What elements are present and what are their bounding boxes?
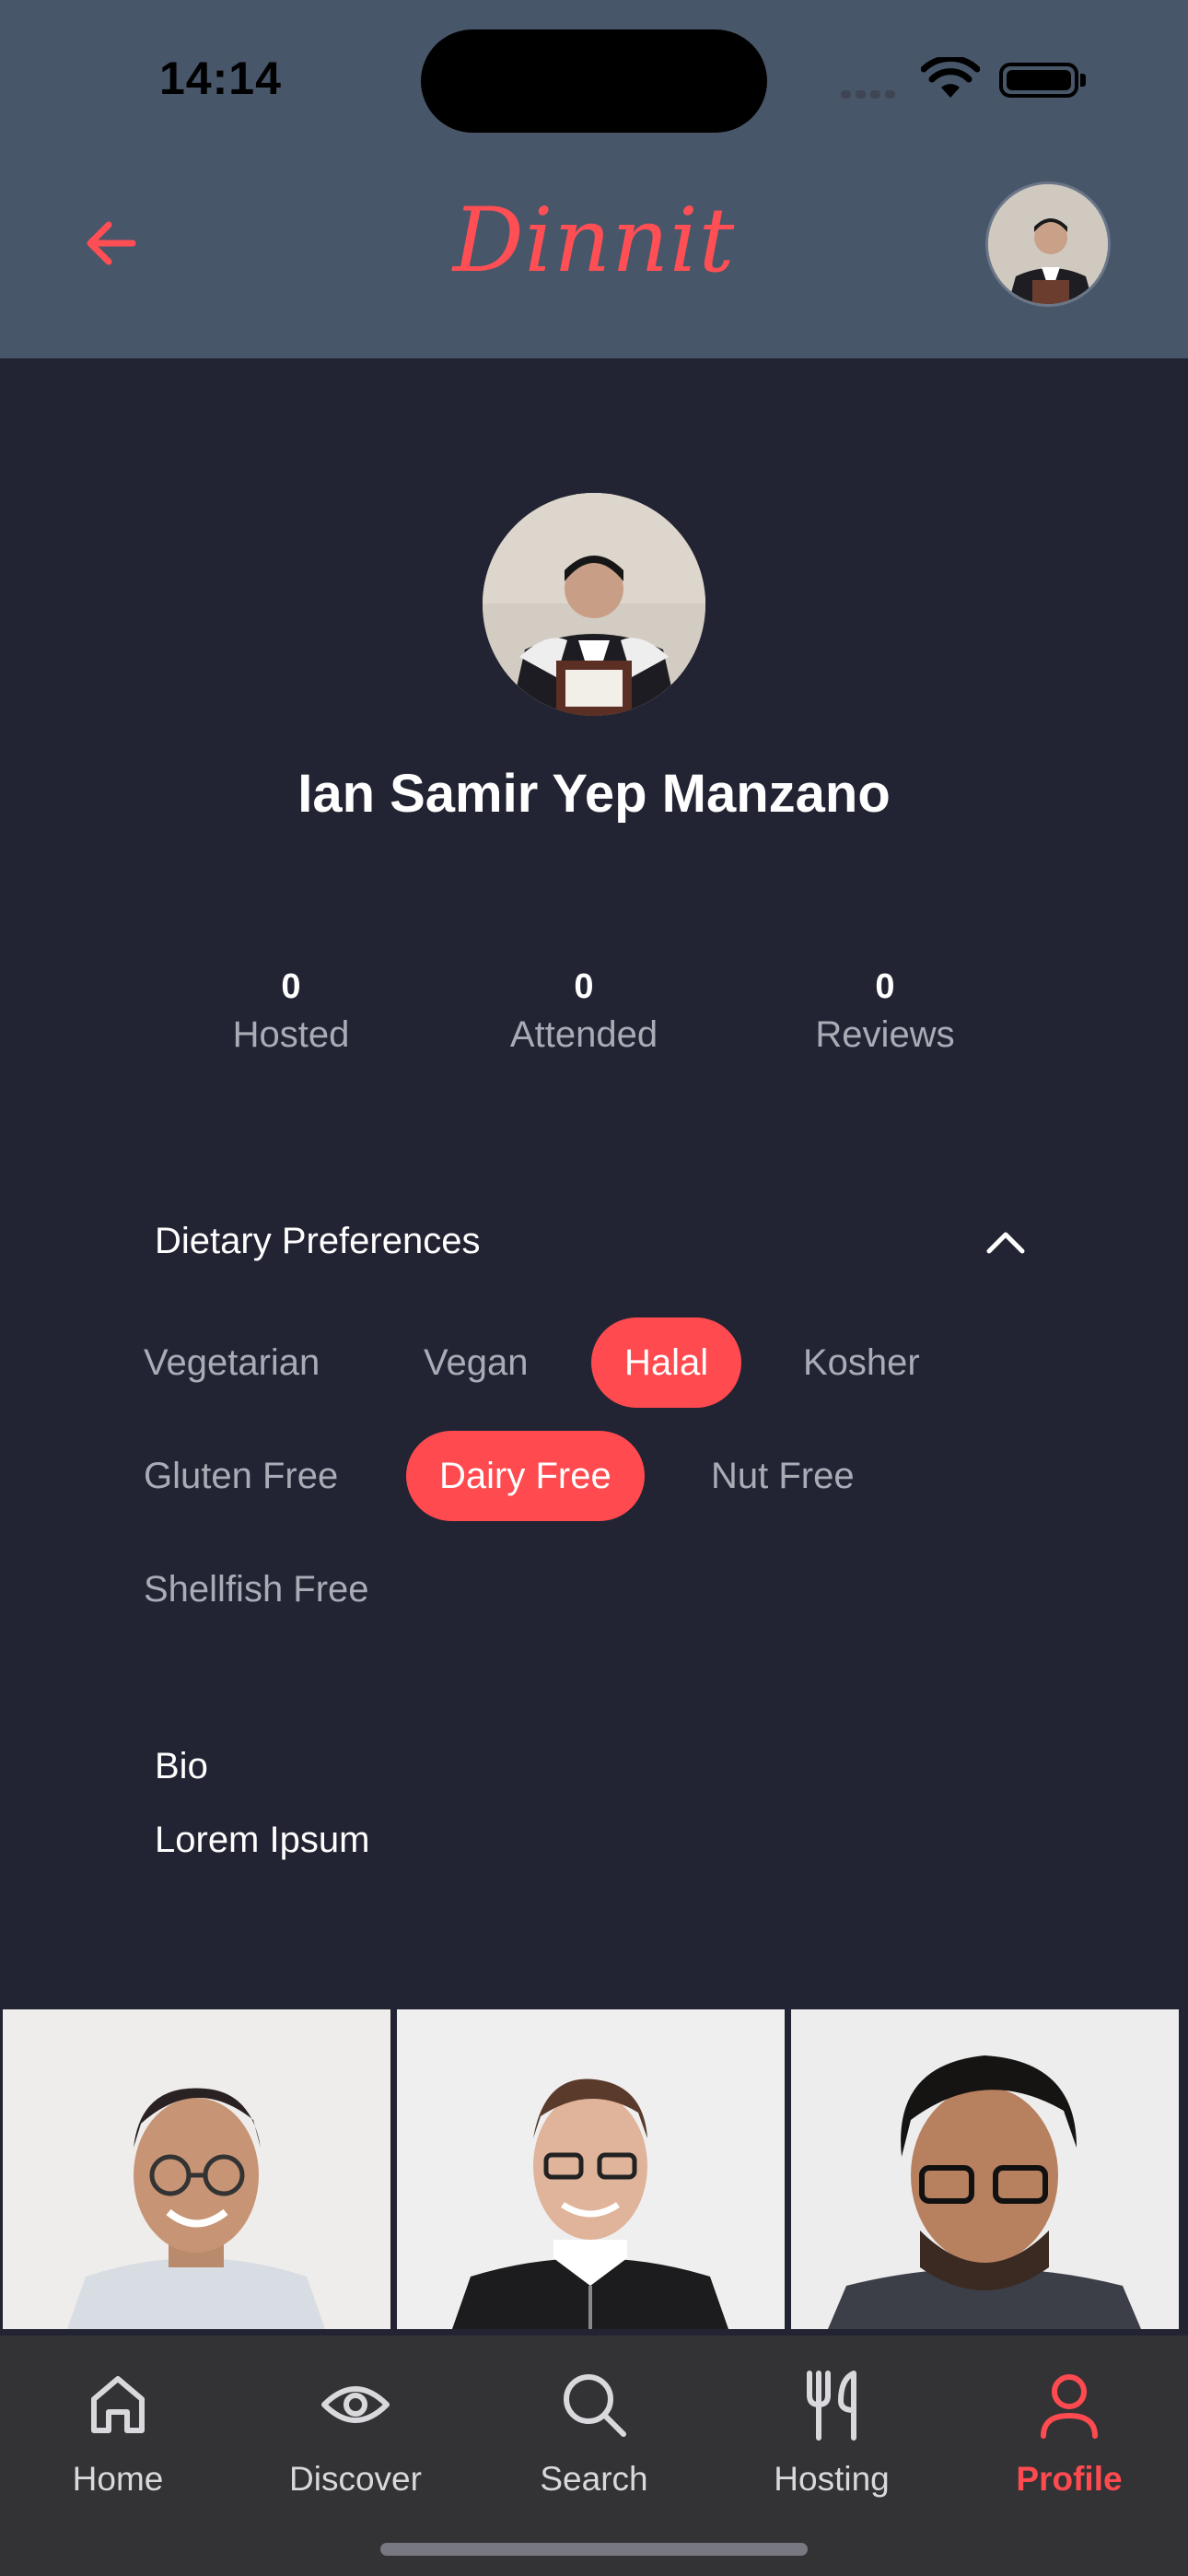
person-icon: [1041, 2374, 1098, 2439]
dietary-preferences-title: Dietary Preferences: [155, 1221, 481, 1261]
stat-value: 0: [574, 967, 594, 1006]
tab-profile[interactable]: Profile: [977, 2368, 1161, 2499]
tab-discover[interactable]: Discover: [263, 2368, 448, 2499]
chip-nut-free[interactable]: Nut Free: [678, 1431, 888, 1521]
gallery-photo-3[interactable]: [791, 2009, 1179, 2329]
fork-knife-icon: [807, 2371, 856, 2441]
tab-label: Discover: [289, 2460, 422, 2498]
tab-label: Home: [72, 2460, 164, 2498]
tab-label: Profile: [1016, 2460, 1123, 2498]
stat-label: Hosted: [232, 1014, 350, 1055]
chevron-up-icon[interactable]: [984, 1225, 1028, 1259]
gallery-photo-1[interactable]: [3, 2009, 390, 2329]
home-indicator[interactable]: [380, 2543, 808, 2556]
dynamic-island: [421, 29, 767, 133]
chip-dairy-free[interactable]: Dairy Free: [406, 1431, 645, 1521]
battery-icon: [999, 63, 1078, 98]
stat-label: Attended: [509, 1014, 658, 1055]
stat-reviews: 0 Reviews: [765, 967, 1005, 1056]
tab-hosting[interactable]: Hosting: [740, 2368, 924, 2499]
battery-tip: [1080, 74, 1086, 87]
stat-hosted: 0 Hosted: [171, 967, 411, 1056]
stat-value: 0: [875, 967, 895, 1006]
search-icon: [564, 2374, 626, 2437]
gallery-photo-2[interactable]: [397, 2009, 785, 2329]
stat-label: Reviews: [815, 1014, 955, 1055]
eye-icon: [321, 2386, 390, 2423]
stat-attended: 0 Attended: [464, 967, 704, 1056]
tab-label: Hosting: [774, 2460, 890, 2498]
chip-kosher[interactable]: Kosher: [770, 1317, 953, 1408]
status-bar-time: 14:14: [159, 53, 282, 104]
chip-gluten-free[interactable]: Gluten Free: [111, 1431, 371, 1521]
bio-title: Bio: [155, 1746, 208, 1786]
stat-value: 0: [281, 967, 301, 1006]
cellular-signal-icon: [841, 87, 905, 100]
chip-halal[interactable]: Halal: [591, 1317, 742, 1408]
bio-text: Lorem Ipsum: [155, 1820, 370, 1860]
chip-shellfish-free[interactable]: Shellfish Free: [111, 1544, 402, 1634]
chip-vegetarian[interactable]: Vegetarian: [111, 1317, 353, 1408]
chip-vegan[interactable]: Vegan: [390, 1317, 561, 1408]
header-avatar[interactable]: [985, 181, 1111, 307]
profile-avatar: [483, 493, 705, 716]
tab-search[interactable]: Search: [502, 2368, 686, 2499]
home-icon: [91, 2376, 145, 2433]
tab-label: Search: [540, 2460, 648, 2498]
profile-name: Ian Samir Yep Manzano: [297, 764, 891, 824]
tab-home[interactable]: Home: [26, 2368, 210, 2499]
wifi-icon: [921, 57, 980, 98]
